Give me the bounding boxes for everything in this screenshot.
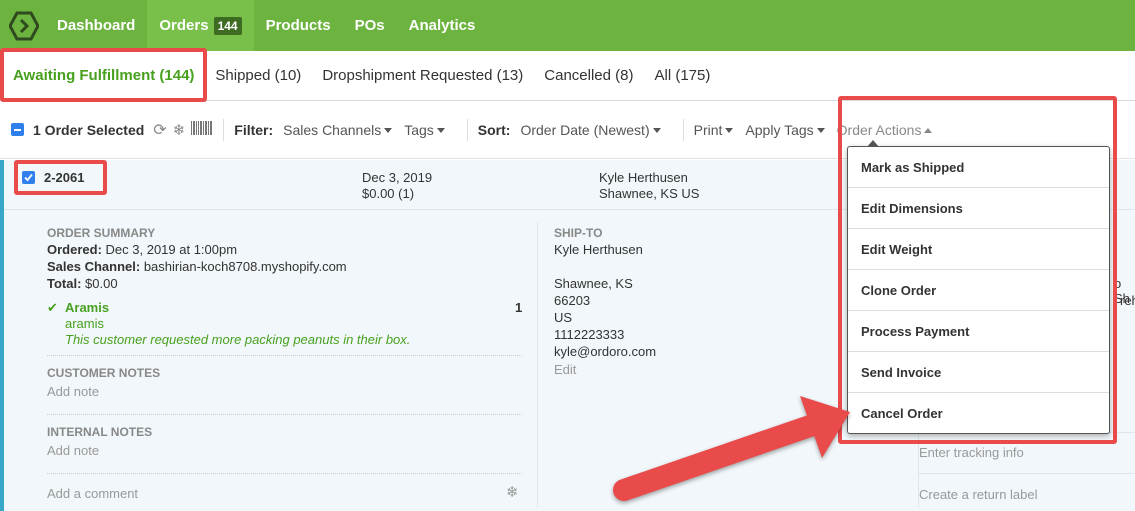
sales-channel-line: Sales Channel: bashirian-koch8708.myshop…: [47, 259, 347, 274]
order-amount: $0.00 (1): [362, 186, 415, 201]
customer-name: Kyle Herthusen: [599, 170, 688, 185]
apply-tags-label: Apply Tags: [745, 121, 814, 138]
divider: [47, 355, 522, 356]
nav-dashboard[interactable]: Dashboard: [45, 0, 147, 51]
total-value: $0.00: [85, 276, 118, 291]
line-item-sku: aramis: [65, 316, 105, 331]
divider: [919, 473, 1135, 474]
tab-shipped[interactable]: Shipped (10): [215, 67, 301, 84]
add-internal-note-link[interactable]: Add note: [47, 443, 99, 458]
ship-to-name: Kyle Herthusen: [554, 242, 643, 257]
nav-products[interactable]: Products: [254, 0, 343, 51]
filter-label: Filter:: [234, 121, 274, 138]
internal-notes-title: INTERNAL NOTES: [47, 425, 153, 439]
divider: [47, 414, 522, 415]
tab-all[interactable]: All (175): [654, 67, 710, 84]
divider: [47, 473, 522, 474]
refresh-icon[interactable]: ⟳: [153, 120, 166, 140]
nav-pos[interactable]: POs: [343, 0, 397, 51]
top-nav: Dashboard Orders 144 Products POs Analyti…: [0, 0, 1135, 51]
order-summary-title: ORDER SUMMARY: [47, 226, 156, 240]
tab-cancelled[interactable]: Cancelled (8): [544, 67, 633, 84]
ordered-line: Ordered: Dec 3, 2019 at 1:00pm: [47, 242, 237, 257]
nav-orders-label: Orders: [159, 17, 209, 34]
ship-to-country: US: [554, 310, 573, 325]
customer-notes-title: CUSTOMER NOTES: [47, 366, 161, 380]
select-all-checkbox[interactable]: [11, 123, 24, 136]
print-label: Print: [693, 121, 723, 138]
sort-label: Sort:: [477, 121, 511, 138]
caret-down-icon: [384, 128, 393, 134]
sales-channel-value: bashirian-koch8708.myshopify.com: [143, 259, 347, 274]
line-item-note: This customer requested more packing pea…: [65, 332, 411, 347]
ship-to-zip: 66203: [554, 293, 591, 308]
red-arrow-annotation: [613, 396, 850, 501]
sales-channels-dropdown[interactable]: Sales Channels: [283, 121, 393, 138]
enter-tracking-link[interactable]: Enter tracking info: [919, 445, 1024, 460]
caret-down-icon: [652, 128, 661, 134]
snowflake-icon[interactable]: ❄: [506, 483, 519, 501]
ordered-label: Ordered:: [47, 242, 102, 257]
order-date: Dec 3, 2019: [362, 170, 433, 185]
selected-count: 1 Order Selected: [33, 121, 145, 138]
ship-to-edit-link[interactable]: Edit: [554, 362, 576, 377]
highlight-box-order-actions: [838, 96, 1117, 444]
sort-value: Order Date (Newest): [520, 121, 650, 138]
nav-products-label: Products: [265, 17, 331, 34]
ship-to-title: SHIP-TO: [554, 226, 603, 240]
sales-channels-label: Sales Channels: [283, 121, 382, 138]
partial-check-icon: [14, 128, 21, 131]
nav-orders[interactable]: Orders 144: [147, 0, 254, 51]
sales-channel-label: Sales Channel:: [47, 259, 141, 274]
add-customer-note-link[interactable]: Add note: [47, 384, 99, 399]
toolbar-divider: [223, 118, 225, 141]
snowflake-icon[interactable]: ❄: [173, 121, 186, 139]
tags-label: Tags: [404, 121, 434, 138]
nav-analytics-label: Analytics: [408, 17, 476, 34]
nav-dashboard-label: Dashboard: [57, 17, 136, 34]
line-item-check-icon: ✔: [47, 300, 58, 315]
tags-dropdown[interactable]: Tags: [404, 122, 445, 138]
line-item-name[interactable]: Aramis: [65, 300, 109, 315]
ship-to-city: Shawnee, KS: [554, 276, 633, 291]
apply-tags-dropdown[interactable]: Apply Tags: [745, 121, 825, 138]
sort-dropdown[interactable]: Order Date (Newest): [520, 121, 661, 138]
total-label: Total:: [47, 276, 82, 291]
caret-down-icon: [816, 128, 825, 134]
line-item-qty: 1: [515, 300, 523, 315]
highlight-box-order-number: [14, 160, 107, 195]
ship-to-email: kyle@ordoro.com: [554, 344, 657, 359]
ordoro-logo[interactable]: [3, 0, 45, 51]
comment-input[interactable]: Add a comment: [47, 486, 138, 501]
barcode-icon[interactable]: [191, 121, 213, 138]
highlight-box-awaiting-tab: [0, 48, 207, 102]
toolbar-divider: [682, 118, 684, 141]
caret-down-icon: [725, 128, 734, 134]
toolbar-divider: [466, 118, 468, 141]
print-dropdown[interactable]: Print: [694, 122, 734, 138]
create-return-label-link[interactable]: Create a return label: [919, 487, 1038, 502]
customer-location: Shawnee, KS US: [599, 186, 700, 201]
orders-count-badge: 144: [213, 16, 242, 35]
tab-dropshipment-requested[interactable]: Dropshipment Requested (13): [322, 67, 523, 84]
total-line: Total: $0.00: [47, 276, 118, 291]
partial-text: reh: [1120, 293, 1135, 308]
caret-down-icon: [436, 128, 445, 134]
ship-to-phone: 1112223333: [554, 327, 625, 342]
ordered-value: Dec 3, 2019 at 1:00pm: [105, 242, 238, 257]
nav-pos-label: POs: [354, 17, 385, 34]
nav-analytics[interactable]: Analytics: [397, 0, 488, 51]
column-divider: [537, 222, 538, 507]
